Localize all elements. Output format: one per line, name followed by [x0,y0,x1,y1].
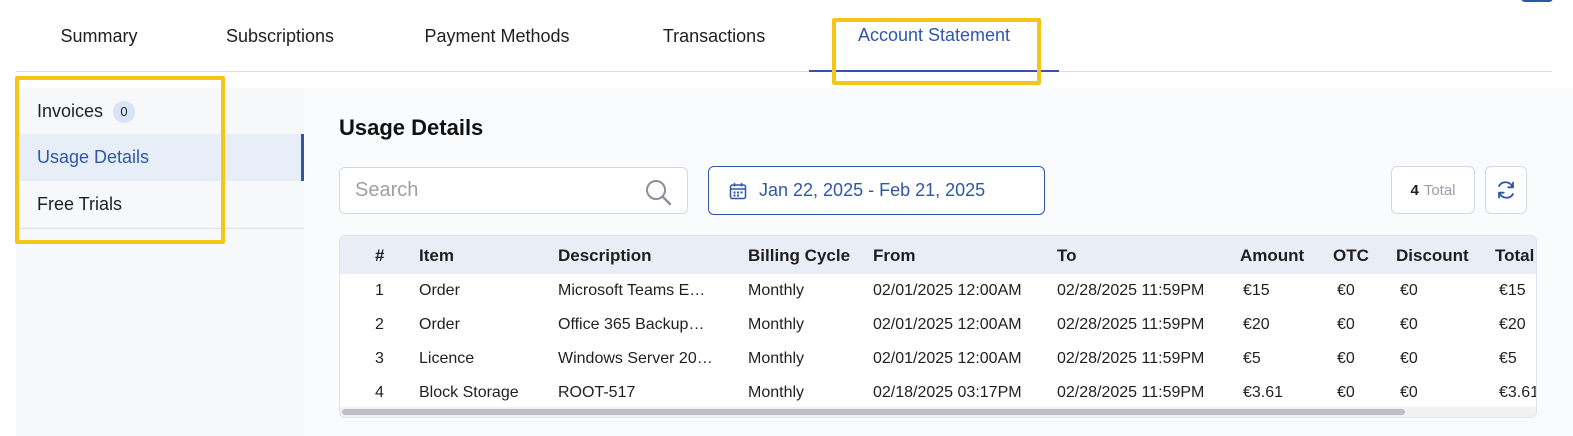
row-item: Order [419,316,460,333]
row-number: 2 [375,316,384,333]
column-header-from[interactable]: From [873,246,916,266]
column-header-total[interactable]: Total [1495,246,1536,266]
total-count: 4 Total [1391,166,1475,214]
invoices-count-badge: 0 [113,100,136,123]
calendar-icon [729,182,747,199]
total-count-value: 4 [1410,181,1419,199]
total-count-label: Total [1423,181,1456,199]
row-billing-cycle: Monthly [748,350,805,367]
row-billing-cycle: Monthly [748,316,805,333]
scrollbar-thumb[interactable] [342,409,1405,415]
sidebar: Invoices 0 Usage Details Free Trials [16,88,304,436]
column-header-item[interactable]: Item [419,246,454,266]
column-header-to[interactable]: To [1057,246,1077,266]
usage-table: # Item Description Billing Cycle From To… [339,235,1537,418]
search-box [339,167,688,214]
column-header-discount[interactable]: Discount [1396,246,1469,266]
row-to: 02/28/2025 11:59PM [1057,350,1205,367]
refresh-button[interactable] [1485,166,1527,214]
row-description: Windows Server 20… [558,350,713,367]
sidebar-item-label: Usage Details [37,147,150,167]
sidebar-item-label: Free Trials [37,194,123,214]
row-total: €3.61 [1499,384,1537,401]
sidebar-divider [16,228,304,229]
row-number: 3 [375,350,384,367]
row-otc: €0 [1337,350,1355,367]
row-item: Licence [419,350,475,367]
column-header-description[interactable]: Description [558,246,652,266]
row-to: 02/28/2025 11:59PM [1057,282,1205,299]
row-billing-cycle: Monthly [748,282,805,299]
sidebar-item-usage-details[interactable]: Usage Details [16,134,304,181]
sidebar-item-label: Invoices [37,101,104,121]
column-header-billing-cycle[interactable]: Billing Cycle [748,246,850,266]
row-billing-cycle: Monthly [748,384,805,401]
row-number: 1 [375,282,384,299]
row-from: 02/18/2025 03:17PM [873,384,1022,401]
row-number: 4 [375,384,384,401]
sidebar-item-invoices[interactable]: Invoices 0 [16,88,304,135]
tab-bar: Summary Subscriptions Payment Methods Tr… [16,0,1552,72]
row-to: 02/28/2025 11:59PM [1057,384,1205,401]
horizontal-scrollbar[interactable] [340,407,1536,417]
row-to: 02/28/2025 11:59PM [1057,316,1205,333]
row-from: 02/01/2025 12:00AM [873,316,1022,333]
date-range-picker[interactable]: Jan 22, 2025 - Feb 21, 2025 [708,166,1045,215]
row-discount: €0 [1400,384,1418,401]
corner-indicator [1521,0,1553,2]
tab-payment-methods[interactable]: Payment Methods [394,0,600,72]
row-otc: €0 [1337,384,1355,401]
row-from: 02/01/2025 12:00AM [873,282,1022,299]
row-discount: €0 [1400,350,1418,367]
row-item: Block Storage [419,384,519,401]
row-amount: €20 [1243,316,1270,333]
row-amount: €3.61 [1243,384,1284,401]
row-item: Order [419,282,460,299]
column-header-number[interactable]: # [375,246,384,266]
main-panel: Usage Details Jan 22, 2025 - Feb 21, 202… [304,88,1573,436]
row-description: Microsoft Teams E… [558,282,706,299]
row-otc: €0 [1337,316,1355,333]
column-header-otc[interactable]: OTC [1333,246,1369,266]
tab-summary[interactable]: Summary [32,0,166,72]
date-range-value: Jan 22, 2025 - Feb 21, 2025 [759,180,986,200]
search-icon[interactable] [644,178,672,206]
row-total: €20 [1499,316,1526,333]
row-amount: €5 [1243,350,1261,367]
tab-transactions[interactable]: Transactions [632,0,796,72]
row-discount: €0 [1400,316,1418,333]
row-otc: €0 [1337,282,1355,299]
row-from: 02/01/2025 12:00AM [873,350,1022,367]
column-header-amount[interactable]: Amount [1240,246,1304,266]
sidebar-item-free-trials[interactable]: Free Trials [16,181,304,228]
page-title: Usage Details [339,115,484,140]
row-discount: €0 [1400,282,1418,299]
search-input[interactable] [355,179,635,202]
row-description: ROOT-517 [558,384,636,401]
row-total: €15 [1499,282,1526,299]
row-amount: €15 [1243,282,1270,299]
tab-subscriptions[interactable]: Subscriptions [196,0,364,72]
row-description: Office 365 Backup… [558,316,705,333]
tab-account-statement[interactable]: Account Statement [809,0,1059,72]
table-header: # Item Description Billing Cycle From To… [340,236,1536,274]
row-total: €5 [1499,350,1517,367]
refresh-icon [1498,181,1514,199]
